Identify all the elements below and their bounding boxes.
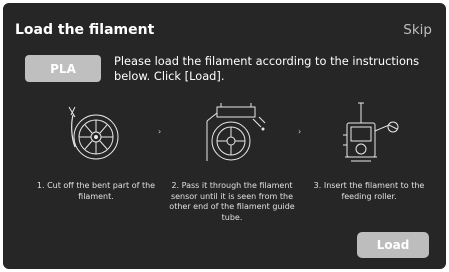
load-button[interactable]: Load (357, 232, 429, 258)
step-2-text: 2. Pass it through the filament sensor u… (169, 181, 295, 222)
material-type-button[interactable]: PLA (25, 55, 101, 82)
load-filament-dialog: Load the filament Skip PLA Please load t… (3, 3, 446, 269)
instruction-text: Please load the filament according to th… (114, 54, 420, 83)
arrow-icon: › (298, 127, 302, 136)
filament-sensor-icon (206, 103, 266, 161)
skip-button[interactable]: Skip (403, 22, 432, 38)
step-3-text: 3. Insert the filament to the feeding ro… (313, 181, 425, 201)
spool-cut-icon (68, 106, 119, 160)
step-1-text: 1. Cut off the bent part of the filament… (36, 181, 156, 201)
page-title: Load the filament (15, 22, 155, 38)
extruder-feed-icon (343, 102, 399, 162)
arrow-icon: › (158, 127, 162, 136)
